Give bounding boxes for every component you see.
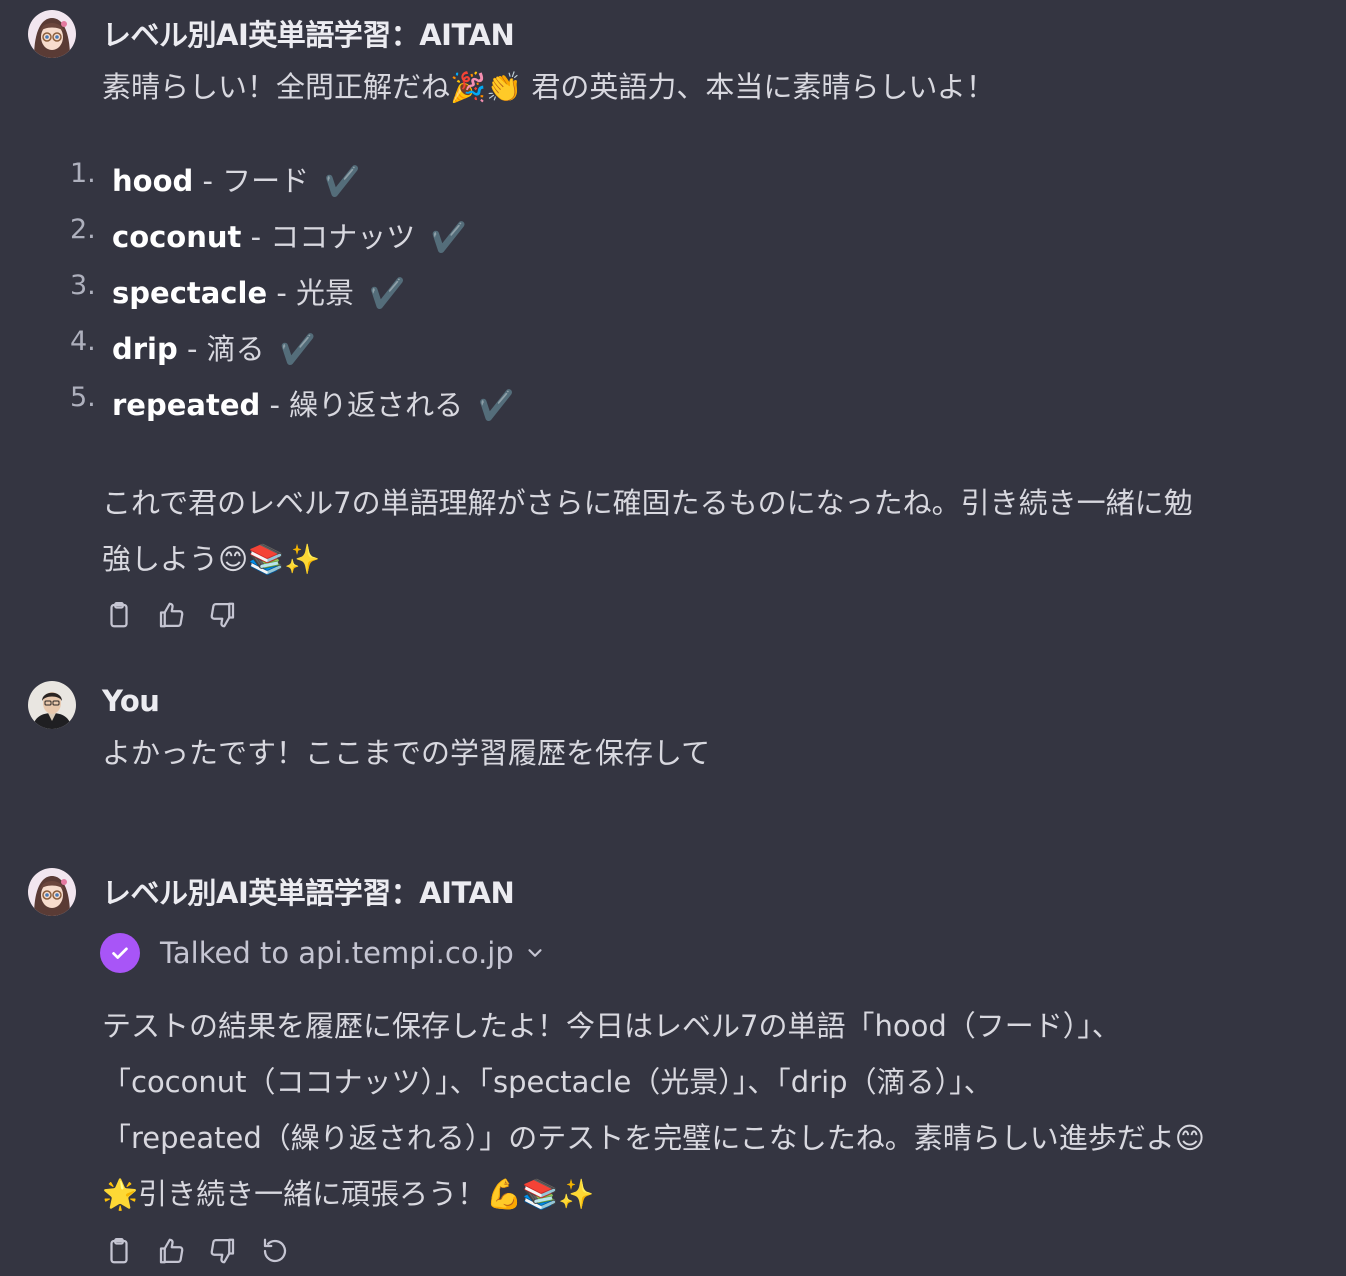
thumbs-down-button[interactable]	[206, 1234, 240, 1268]
list-meaning: - 滴る	[177, 332, 274, 366]
regenerate-button[interactable]	[258, 1234, 292, 1268]
list-word: repeated	[112, 388, 261, 422]
assistant-reply-line-4: 🌟引き続き一緒に頑張ろう！💪📚✨	[102, 1177, 595, 1211]
aitan-avatar	[28, 868, 76, 916]
assistant-reply-line-2: 「coconut（ココナッツ）」、「spectacle（光景）」、「drip（滴…	[102, 1065, 993, 1099]
list-meaning: - 繰り返される	[260, 388, 473, 422]
list-word: hood	[112, 164, 194, 198]
chevron-down-icon[interactable]	[524, 942, 546, 964]
clipboard-icon	[110, 1238, 128, 1264]
assistant-reply-line-3: 「repeated（繰り返される）」のテストを完璧にこなしたね。素晴らしい進歩だ…	[102, 1121, 1205, 1155]
clipboard-icon	[110, 602, 128, 628]
assistant-intro-text: 素晴らしい！全問正解だね🎉👏 君の英語力、本当に素晴らしいよ！	[102, 70, 995, 104]
check-mark-icon: ✔️	[324, 164, 361, 198]
user-author-name: You	[102, 684, 160, 718]
thumbs-up-icon	[159, 1238, 184, 1264]
check-mark-icon: ✔️	[478, 388, 515, 422]
assistant-author-name: レベル別AI英単語学習：AITAN	[102, 18, 515, 52]
list-number: 2.	[70, 214, 96, 245]
thumbs-down-button[interactable]	[206, 598, 240, 632]
assistant-outro-line-2: 強しよう😊📚✨	[102, 542, 321, 576]
user-message-text: よかったです！ここまでの学習履歴を保存して	[102, 736, 711, 770]
check-mark-icon: ✔️	[369, 276, 406, 310]
copy-button[interactable]	[102, 598, 136, 632]
list-number: 1.	[70, 158, 96, 189]
check-icon	[100, 933, 140, 973]
tool-call-label: Talked to api.tempi.co.jp	[160, 936, 514, 970]
list-word: spectacle	[112, 276, 268, 310]
list-word: coconut	[112, 220, 242, 254]
list-number: 5.	[70, 382, 96, 413]
copy-button[interactable]	[102, 1234, 136, 1268]
list-number: 4.	[70, 326, 96, 357]
regenerate-icon	[263, 1238, 287, 1263]
assistant-reply-line-1: テストの結果を履歴に保存したよ！今日はレベル7の単語「hood（フード）」、	[102, 1009, 1121, 1043]
thumbs-down-icon	[210, 1238, 235, 1264]
aitan-avatar	[28, 10, 76, 58]
tool-call-status[interactable]: Talked to api.tempi.co.jp	[100, 933, 546, 973]
thumbs-up-button[interactable]	[154, 1234, 188, 1268]
assistant-outro-line-1: これで君のレベル7の単語理解がさらに確固たるものになったね。引き続き一緒に勉	[102, 486, 1193, 520]
user-avatar	[28, 681, 76, 729]
list-word: drip	[112, 332, 178, 366]
check-mark-icon: ✔️	[279, 332, 316, 366]
assistant-author-name: レベル別AI英単語学習：AITAN	[102, 876, 515, 910]
list-number: 3.	[70, 270, 96, 301]
check-mark-icon: ✔️	[430, 220, 467, 254]
thumbs-up-icon	[159, 602, 184, 628]
thumbs-up-button[interactable]	[154, 598, 188, 632]
list-meaning: - フード	[193, 164, 319, 198]
list-meaning: - ココナッツ	[241, 220, 425, 254]
list-meaning: - 光景	[267, 276, 364, 310]
thumbs-down-icon	[210, 602, 235, 628]
